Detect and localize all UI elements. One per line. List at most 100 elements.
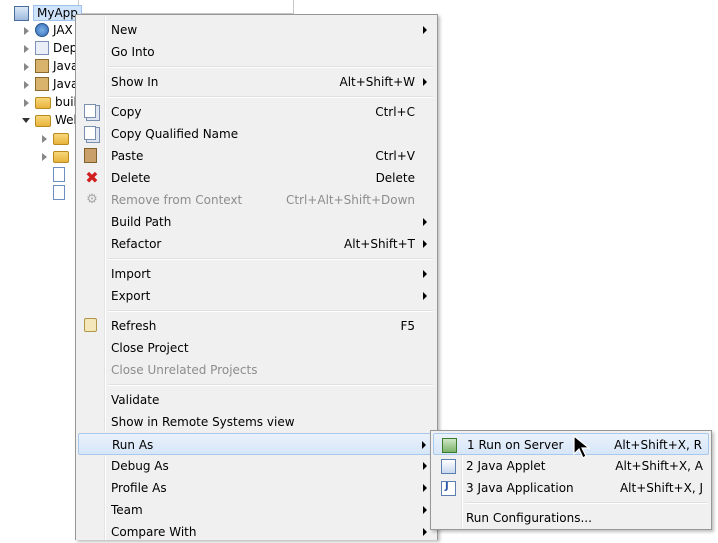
menu-item-refresh[interactable]: Refresh F5 [78,315,435,337]
folder-icon [35,97,51,109]
menu-item-delete[interactable]: ✖ Delete Delete [78,167,435,189]
menu-item-label: Export [111,289,151,303]
tree-item[interactable]: buil [22,93,77,111]
expand-arrow-icon[interactable] [22,26,31,35]
menu-item-label: 3 Java Application [466,481,574,495]
menu-item-label: Refactor [111,237,162,251]
menu-item-profile-as[interactable]: Profile As [78,477,435,499]
menu-item-java-application[interactable]: 3 Java Application Alt+Shift+X, J [433,477,709,499]
submenu-arrow-icon [423,78,427,86]
menu-item-shortcut: Alt+Shift+X, J [619,481,703,495]
menu-item-label: Show In [111,75,159,89]
tree-item-label: JAX [53,23,73,37]
menu-item-shortcut: Ctrl+C [375,105,415,119]
menu-item-export[interactable]: Export [78,285,435,307]
expand-arrow-icon[interactable] [40,134,49,143]
menu-item-build-path[interactable]: Build Path [78,211,435,233]
menu-item-label: Validate [111,393,160,407]
menu-item-run-as[interactable]: Run As [78,433,435,455]
folder-icon [53,133,69,145]
library-jar-icon [35,77,49,91]
menu-item-label: Profile As [111,481,167,495]
menu-item-label: Close Unrelated Projects [111,363,258,377]
deployment-descriptor-icon [35,41,49,55]
menu-item-label: Delete [111,171,151,185]
menu-item-show-in[interactable]: Show In Alt+Shift+W [78,71,435,93]
tree-item[interactable] [53,183,69,201]
menu-item-run-on-server[interactable]: 1 Run on Server Alt+Shift+X, R [433,433,709,455]
menu-item-label: Import [111,267,151,281]
tree-item[interactable]: JAX [22,21,73,39]
menu-item-label: 2 Java Applet [466,459,546,473]
tree-item-myapp[interactable]: MyApp [14,4,82,22]
menu-item-label: 1 Run on Server [467,438,564,452]
menu-item-shortcut: Alt+Shift+X, A [615,459,703,473]
menu-item-label: New [111,23,138,37]
menu-item-java-applet[interactable]: 2 Java Applet Alt+Shift+X, A [433,455,709,477]
menu-item-refactor[interactable]: Refactor Alt+Shift+T [78,233,435,255]
menu-separator [108,66,433,68]
copy-qualified-name-icon [84,126,96,140]
expand-arrow-icon[interactable] [40,152,49,161]
menu-item-import[interactable]: Import [78,263,435,285]
menu-item-label: Run As [112,438,154,452]
run-on-server-icon [442,438,457,453]
mouse-pointer-icon [573,434,591,459]
menu-item-label: Debug As [111,459,169,473]
menu-separator [465,502,707,504]
submenu-arrow-icon [423,292,427,300]
tree-item[interactable] [40,129,73,147]
tree-item[interactable]: Java [22,57,78,75]
tree-item[interactable] [40,147,73,165]
menu-item-new[interactable]: New [78,19,435,41]
tree-item[interactable]: Java [22,75,78,93]
menu-item-paste[interactable]: Paste Ctrl+V [78,145,435,167]
menu-item-shortcut: Ctrl+Alt+Shift+Down [285,193,415,207]
tree-item[interactable] [53,165,69,183]
submenu-arrow-icon [423,26,427,34]
menu-item-remove-from-context: ⚙ Remove from Context Ctrl+Alt+Shift+Dow… [78,189,435,211]
expand-arrow-icon[interactable] [22,44,31,53]
submenu-arrow-icon [423,270,427,278]
context-menu: New Go Into Show In Alt+Shift+W Copy Ctr… [75,14,438,540]
menu-item-shortcut: Alt+Shift+X, R [614,438,702,452]
menu-separator [108,258,433,260]
tree-item[interactable]: Web [22,111,81,129]
menu-item-go-into[interactable]: Go Into [78,41,435,63]
expand-arrow-icon[interactable] [22,62,31,71]
menu-item-close-project[interactable]: Close Project [78,337,435,359]
submenu-arrow-icon [423,240,427,248]
expand-arrow-icon[interactable] [22,98,31,107]
menu-item-close-unrelated-projects: Close Unrelated Projects [78,359,435,381]
submenu-arrow-icon [423,462,427,470]
menu-item-copy-qualified-name[interactable]: Copy Qualified Name [78,123,435,145]
menu-separator [108,96,433,98]
remove-context-icon: ⚙ [86,192,98,207]
folder-icon [35,115,51,127]
menu-item-team[interactable]: Team [78,499,435,521]
java-application-icon [441,481,456,496]
tree-item[interactable]: Dep [22,39,77,57]
menu-item-run-configurations[interactable]: Run Configurations... [433,507,709,529]
menu-separator [108,384,433,386]
copy-icon [84,104,96,118]
submenu-arrow-icon [423,484,427,492]
menu-item-copy[interactable]: Copy Ctrl+C [78,101,435,123]
tree-item-label: buil [55,95,77,109]
submenu-arrow-icon [423,218,427,226]
expand-arrow-icon[interactable] [22,80,31,89]
menu-item-validate[interactable]: Validate [78,389,435,411]
menu-item-label: Team [111,503,143,517]
menu-item-debug-as[interactable]: Debug As [78,455,435,477]
file-icon [53,184,65,200]
menu-item-show-in-remote-systems[interactable]: Show in Remote Systems view [78,411,435,433]
menu-item-shortcut: Alt+Shift+W [339,75,416,89]
submenu-arrow-icon [422,441,426,449]
menu-item-shortcut: Delete [375,171,415,185]
menu-item-label: Remove from Context [111,193,243,207]
menu-item-label: Copy [111,105,142,119]
collapse-arrow-icon[interactable] [22,116,31,125]
menu-item-label: Copy Qualified Name [111,127,239,141]
web-service-icon [35,23,49,37]
delete-icon: ✖ [85,168,99,187]
